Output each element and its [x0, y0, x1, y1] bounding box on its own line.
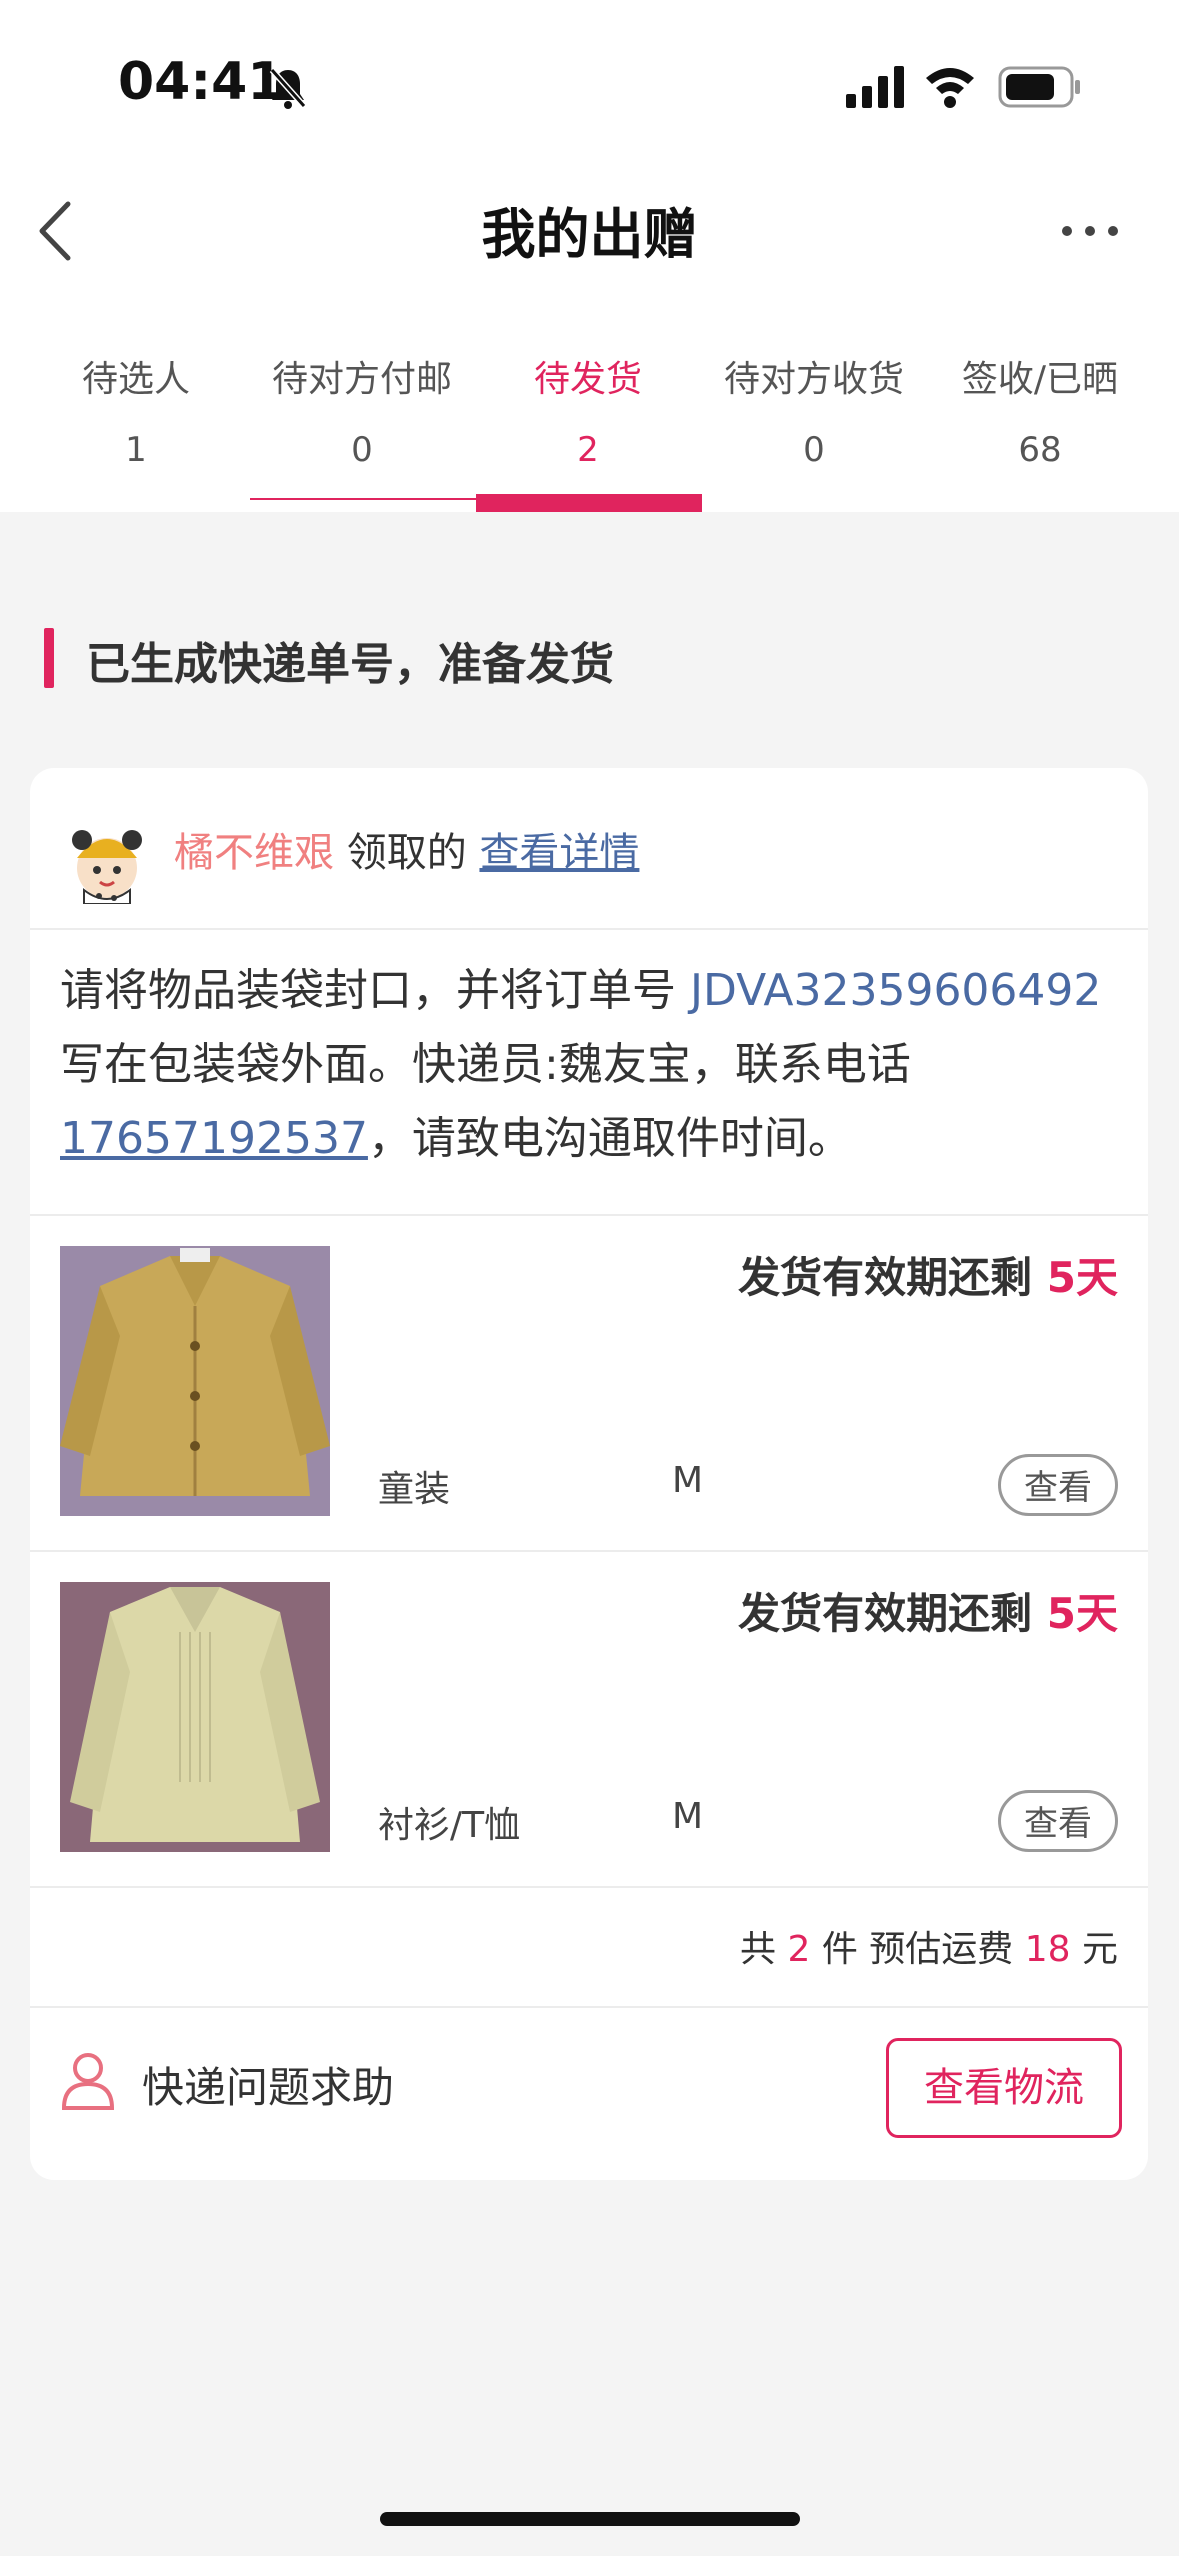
- days-remaining: 5天: [1046, 1589, 1118, 1638]
- tab-count: 2: [577, 430, 599, 470]
- home-indicator[interactable]: [380, 2512, 800, 2526]
- battery-icon: [998, 66, 1080, 108]
- tab-awaiting-postage[interactable]: 待对方付邮 0: [249, 330, 475, 512]
- item-category: 衬衫/T恤: [378, 1805, 521, 1846]
- instruction-text: 写在包装袋外面。快递员:魏友宝，联系电话: [60, 1039, 911, 1090]
- view-details-link[interactable]: 查看详情: [479, 830, 639, 876]
- tab-received[interactable]: 签收/已晒 68: [927, 330, 1153, 512]
- item-category: 童装: [378, 1469, 451, 1510]
- active-tab-indicator: [476, 494, 702, 512]
- bell-muted-icon: [269, 68, 307, 109]
- summary-text: 共: [740, 1929, 788, 1970]
- shipping-fee: 18: [1024, 1929, 1071, 1970]
- claim-line: 橘不维艰 领取的 查看详情: [174, 820, 639, 878]
- person-icon[interactable]: [60, 2050, 116, 2110]
- tab-bar: 待选人 1 待对方付邮 0 待发货 2 待对方收货 0 签收/已晒 68: [0, 330, 1179, 512]
- tab-awaiting-selection[interactable]: 待选人 1: [23, 330, 249, 512]
- courier-phone-link[interactable]: 17657192537: [60, 1113, 368, 1164]
- days-remaining: 5天: [1046, 1253, 1118, 1302]
- ship-deadline: 发货有效期还剩 5天: [738, 1580, 1118, 1641]
- signal-icon: [846, 66, 904, 108]
- tab-awaiting-shipment[interactable]: 待发货 2: [475, 330, 701, 512]
- item-row: 发货有效期还剩 5天 童装 M 查看: [30, 1216, 1148, 1550]
- divider: [30, 2006, 1148, 2008]
- item-row: 发货有效期还剩 5天 衬衫/T恤 M 查看: [30, 1552, 1148, 1886]
- view-logistics-button[interactable]: 查看物流: [886, 2038, 1122, 2138]
- claimed-text: 领取的: [334, 830, 480, 876]
- tab-awaiting-receipt[interactable]: 待对方收货 0: [701, 330, 927, 512]
- tab-label: 待选人: [81, 359, 190, 400]
- instruction-text: ，请致电沟通取件时间。: [367, 1113, 852, 1164]
- packing-instructions: 请将物品装袋封口，并将订单号 JDVA32359606492 写在包装袋外面。快…: [60, 954, 1120, 1176]
- page-title: 我的出赠: [481, 203, 698, 266]
- item-photo[interactable]: [60, 1246, 330, 1516]
- item-size: M: [672, 1796, 704, 1837]
- tab-count: 0: [803, 430, 825, 470]
- view-item-button[interactable]: 查看: [998, 1790, 1118, 1852]
- shipment-card: 橘不维艰 领取的 查看详情 请将物品装袋封口，并将订单号 JDVA3235960…: [30, 768, 1148, 2180]
- status-time: 04:41: [118, 52, 284, 112]
- deadline-text: 发货有效期还剩: [738, 1589, 1047, 1638]
- status-bar: 04:41: [0, 0, 1179, 160]
- view-item-button[interactable]: 查看: [998, 1454, 1118, 1516]
- wifi-icon: [926, 68, 974, 108]
- tab-label: 待对方付邮: [271, 359, 452, 400]
- tab-label: 待对方收货: [723, 359, 904, 400]
- avatar[interactable]: [64, 818, 150, 904]
- item-size: M: [672, 1460, 704, 1501]
- summary-text: 件 预估运费: [810, 1929, 1025, 1970]
- section-title: 已生成快递单号，准备发货: [86, 639, 614, 690]
- section-accent-bar: [44, 628, 54, 688]
- order-summary: 共 2 件 预估运费 18 元: [740, 1920, 1118, 1972]
- claimer-name[interactable]: 橘不维艰: [174, 830, 334, 876]
- courier-help-link[interactable]: 快递问题求助: [142, 2054, 394, 2115]
- instruction-text: 请将物品装袋封口，并将订单号: [60, 965, 690, 1016]
- summary-text: 元: [1070, 1929, 1118, 1970]
- tab-label: 签收/已晒: [961, 359, 1119, 400]
- tab-count: 0: [351, 430, 373, 470]
- order-number: JDVA32359606492: [690, 965, 1102, 1016]
- tab-count: 1: [125, 430, 147, 470]
- deadline-text: 发货有效期还剩: [738, 1253, 1047, 1302]
- item-photo[interactable]: [60, 1582, 330, 1852]
- item-count: 2: [787, 1929, 811, 1970]
- divider: [30, 1886, 1148, 1888]
- tab-label: 待发货: [533, 359, 642, 400]
- tab-count: 68: [1018, 430, 1062, 470]
- divider: [30, 928, 1148, 930]
- ship-deadline: 发货有效期还剩 5天: [738, 1244, 1118, 1305]
